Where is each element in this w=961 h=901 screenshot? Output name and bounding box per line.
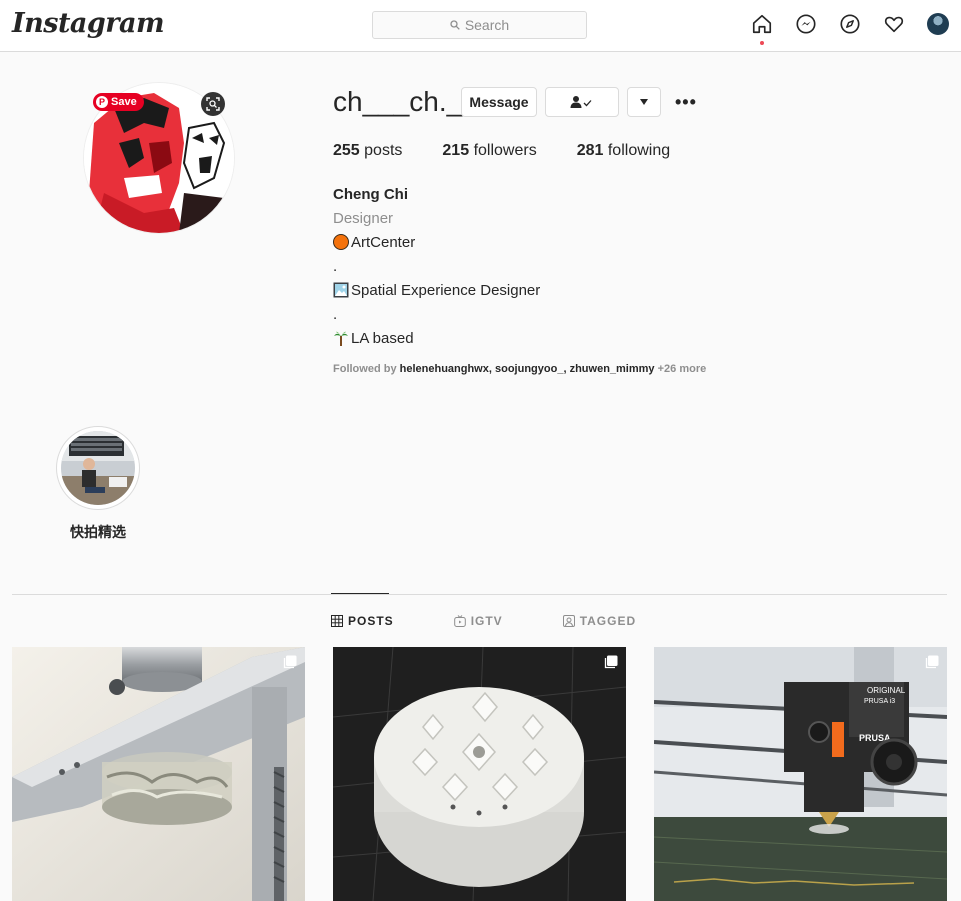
tabs-divider <box>12 594 947 595</box>
profile-stats: 255 posts 215 followers 281 following <box>333 142 670 160</box>
followed-by-user[interactable]: helenehuanghwx <box>400 363 489 375</box>
bio-role: Spatial Experience Designer <box>351 282 541 299</box>
more-options-icon[interactable]: ••• <box>675 92 697 113</box>
tab-tagged-label: TAGGED <box>579 614 637 628</box>
followers-count: 215 <box>442 142 470 159</box>
igtv-icon <box>453 615 466 627</box>
posts-count: 255 <box>333 142 360 159</box>
save-label: Save <box>111 96 137 108</box>
followed-by-user[interactable]: zhuwen_mimmy <box>570 363 655 375</box>
followers-stat[interactable]: 215 followers <box>442 142 536 160</box>
active-tab-indicator <box>331 593 389 594</box>
post-image-printed-object <box>333 647 626 901</box>
following-label: following <box>607 142 671 159</box>
post-thumbnail[interactable] <box>12 647 305 901</box>
pinterest-icon: P <box>96 96 108 108</box>
profile-avatar-icon[interactable] <box>927 13 949 35</box>
tab-posts[interactable]: POSTS <box>331 614 394 628</box>
pinterest-save-button[interactable]: P Save <box>93 93 144 111</box>
svg-text:ORIGINAL: ORIGINAL <box>867 686 906 695</box>
bio-line-location: LA based <box>333 327 540 351</box>
profile-username: ch___ch._ <box>333 86 463 117</box>
bio-location: LA based <box>351 330 414 347</box>
post-thumbnail[interactable] <box>333 647 626 901</box>
followed-by-user[interactable]: soojungyoo_ <box>495 363 563 375</box>
tab-posts-label: POSTS <box>348 614 394 628</box>
svg-text:PRUSA i3: PRUSA i3 <box>864 698 895 705</box>
search-placeholder: Search <box>464 17 510 33</box>
bio-separator: . <box>333 306 338 323</box>
tagged-icon <box>562 615 575 627</box>
bio-separator: . <box>333 258 338 275</box>
followed-by-prefix: Followed by <box>333 363 400 375</box>
framed-picture-icon <box>333 282 349 298</box>
followed-by-text[interactable]: Followed by helenehuanghwx, soojungyoo_,… <box>333 363 706 375</box>
home-icon[interactable] <box>751 13 773 45</box>
home-active-dot <box>760 41 764 45</box>
top-nav-bar: Instagram Search <box>0 0 961 52</box>
profile-bio: Cheng Chi Designer ArtCenter . Spatial E… <box>333 183 540 351</box>
search-input[interactable]: Search <box>372 11 587 39</box>
post-thumbnail[interactable]: ORIGINAL PRUSA i3 PRUSA <box>654 647 947 901</box>
palm-tree-icon <box>334 331 348 346</box>
tab-igtv[interactable]: IGTV <box>453 614 503 628</box>
multiple-photos-icon <box>925 655 939 669</box>
activity-heart-icon[interactable] <box>883 13 905 35</box>
messenger-icon[interactable] <box>795 13 817 35</box>
post-image-prusa-printer: ORIGINAL PRUSA i3 PRUSA <box>654 647 947 901</box>
profile-tabs: POSTS IGTV TAGGED <box>331 614 636 628</box>
followers-label: followers <box>473 142 537 159</box>
posts-label: posts <box>364 142 403 159</box>
user-check-icon <box>570 96 592 108</box>
highlight-label[interactable]: 快拍精选 <box>56 522 140 542</box>
full-name: Cheng Chi <box>333 186 408 203</box>
following-stat[interactable]: 281 following <box>577 142 670 160</box>
multiple-photos-icon <box>283 655 297 669</box>
story-highlight[interactable] <box>56 426 140 510</box>
search-icon <box>450 20 460 30</box>
grid-icon <box>331 615 343 627</box>
posts-stat: 255 posts <box>333 142 402 160</box>
explore-icon[interactable] <box>839 13 861 35</box>
post-image-3d-printer-nozzle <box>12 647 305 901</box>
highlight-cover <box>61 431 135 505</box>
message-button[interactable]: Message <box>461 87 537 117</box>
following-count: 281 <box>576 142 604 159</box>
nav-avatar <box>927 13 949 35</box>
visual-search-lens-icon[interactable] <box>201 92 225 116</box>
chevron-down-icon <box>640 99 648 105</box>
instagram-logo[interactable]: Instagram <box>12 8 165 39</box>
tab-tagged[interactable]: TAGGED <box>562 614 637 628</box>
multiple-photos-icon <box>604 655 618 669</box>
orange-circle-icon <box>333 234 349 250</box>
bio-line-school: ArtCenter <box>333 231 540 255</box>
bio-line-role: Spatial Experience Designer <box>333 279 540 303</box>
followed-by-more[interactable]: +26 more <box>655 363 707 375</box>
tab-igtv-label: IGTV <box>470 614 503 628</box>
bio-school: ArtCenter <box>351 234 416 251</box>
suggested-dropdown-button[interactable] <box>627 87 661 117</box>
category-label: Designer <box>333 210 394 227</box>
following-button[interactable] <box>545 87 619 117</box>
